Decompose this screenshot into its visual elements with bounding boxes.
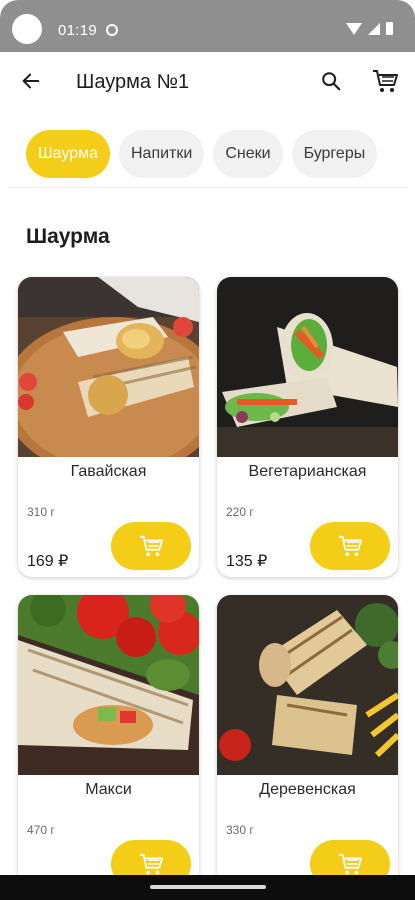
tab-snacks[interactable]: Снеки	[213, 130, 283, 178]
tab-drinks[interactable]: Напитки	[119, 130, 205, 178]
add-to-cart-button[interactable]	[310, 522, 390, 570]
cart-icon	[338, 853, 362, 875]
product-weight: 470 г	[27, 823, 55, 837]
cart-button[interactable]	[369, 66, 401, 96]
back-button[interactable]	[16, 66, 46, 96]
product-image	[18, 277, 199, 457]
tab-burgers[interactable]: Бургеры	[291, 130, 378, 178]
product-card[interactable]: Деревенская 330 г	[217, 595, 398, 895]
battery-icon	[386, 22, 393, 35]
home-handle[interactable]	[150, 885, 266, 889]
product-name: Деревенская	[259, 781, 356, 798]
product-price: 169 ₽	[27, 553, 69, 570]
category-tabs: Шаурма Напитки Снеки Бургеры	[26, 130, 378, 178]
cart-icon	[139, 853, 163, 875]
arrow-left-icon	[22, 73, 40, 89]
cart-icon	[338, 535, 362, 557]
signal-icon	[368, 22, 380, 35]
search-icon	[322, 72, 341, 91]
tab-shawarma[interactable]: Шаурма	[26, 130, 110, 178]
product-name: Макси	[85, 781, 132, 798]
product-image	[18, 595, 199, 775]
product-card[interactable]: Гавайская 310 г 169 ₽	[18, 277, 199, 577]
product-card[interactable]: Вегетарианская 220 г 135 ₽	[217, 277, 398, 577]
status-time: 01:19	[58, 22, 98, 39]
camera-cutout	[12, 14, 42, 44]
section-title: Шаурма	[26, 225, 110, 248]
product-image	[217, 595, 398, 775]
cart-icon	[373, 70, 398, 92]
product-name: Гавайская	[70, 463, 147, 480]
system-nav-bar	[0, 875, 415, 900]
cart-icon	[139, 535, 163, 557]
product-image	[217, 277, 398, 457]
product-weight: 220 г	[226, 505, 254, 519]
status-icons	[346, 22, 393, 35]
product-name: Вегетарианская	[248, 463, 367, 480]
add-to-cart-button[interactable]	[111, 522, 191, 570]
status-bar: 01:19	[0, 0, 415, 52]
sync-icon	[106, 24, 118, 36]
product-price: 135 ₽	[226, 553, 268, 570]
search-button[interactable]	[316, 66, 346, 96]
divider	[8, 187, 407, 188]
product-weight: 310 г	[27, 505, 55, 519]
wifi-icon	[346, 22, 362, 35]
page-title: Шаурма №1	[76, 71, 190, 93]
product-weight: 330 г	[226, 823, 254, 837]
product-card[interactable]: Макси 470 г	[18, 595, 199, 895]
app-bar: Шаурма №1	[0, 52, 415, 114]
